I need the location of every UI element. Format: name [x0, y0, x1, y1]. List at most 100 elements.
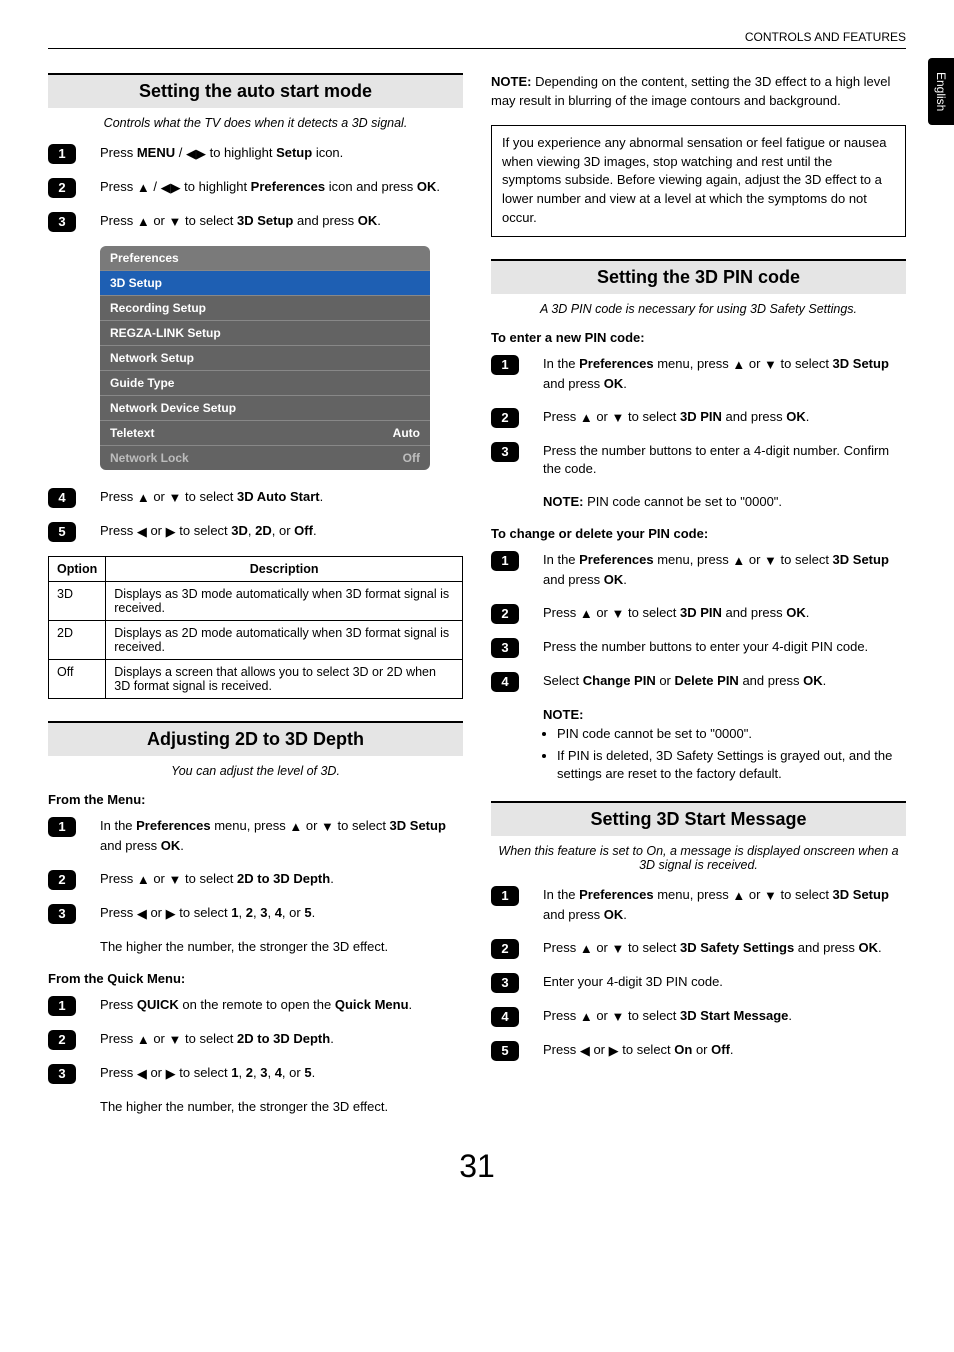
down-arrow-icon: ▼: [321, 818, 334, 837]
prefs-row-teletext: TeletextAuto: [100, 420, 430, 445]
right-arrow-icon: ▶: [609, 1042, 619, 1061]
prefs-row-guide: Guide Type: [100, 370, 430, 395]
down-arrow-icon: ▼: [764, 552, 777, 571]
step-badge: 1: [491, 886, 519, 906]
table-row: 2DDisplays as 2D mode automatically when…: [49, 621, 463, 660]
prefs-row-netdevice: Network Device Setup: [100, 395, 430, 420]
auto-start-step-1: 1 Press MENU / ◀▶ to highlight Setup ico…: [48, 144, 463, 164]
enter-pin-step-1: 1 In the Preferences menu, press ▲ or ▼ …: [491, 355, 906, 394]
step-badge: 2: [48, 1030, 76, 1050]
sec-startmsg-heading: Setting 3D Start Message: [491, 801, 906, 836]
step-badge: 2: [491, 939, 519, 959]
left-arrow-icon: ◀: [137, 905, 147, 924]
auto-start-step-4: 4 Press ▲ or ▼ to select 3D Auto Start.: [48, 488, 463, 508]
step-badge: 3: [491, 638, 519, 658]
up-arrow-icon: ▲: [732, 552, 745, 571]
step-badge: 4: [491, 672, 519, 692]
step-badge: 2: [491, 408, 519, 428]
up-arrow-icon: ▲: [137, 179, 150, 198]
startmsg-step-4: 4 Press ▲ or ▼ to select 3D Start Messag…: [491, 1007, 906, 1027]
left-arrow-icon: ◀: [161, 179, 171, 198]
top-note: NOTE: Depending on the content, setting …: [491, 73, 906, 111]
sec-depth-intro: You can adjust the level of 3D.: [48, 764, 463, 778]
depth-menu-step-2: 2 Press ▲ or ▼ to select 2D to 3D Depth.: [48, 870, 463, 890]
up-arrow-icon: ▲: [732, 356, 745, 375]
step-badge: 4: [48, 488, 76, 508]
startmsg-step-2: 2 Press ▲ or ▼ to select 3D Safety Setti…: [491, 939, 906, 959]
startmsg-step-3: 3 Enter your 4-digit 3D PIN code.: [491, 973, 906, 993]
step-badge: 3: [491, 442, 519, 462]
prefs-row-netlock: Network LockOff: [100, 445, 430, 470]
sec-auto-start-intro: Controls what the TV does when it detect…: [48, 116, 463, 130]
step-badge: 1: [48, 996, 76, 1016]
step-badge: 1: [48, 144, 76, 164]
startmsg-step-1: 1 In the Preferences menu, press ▲ or ▼ …: [491, 886, 906, 925]
header-title: CONTROLS AND FEATURES: [48, 30, 906, 44]
change-pin-step-2: 2 Press ▲ or ▼ to select 3D PIN and pres…: [491, 604, 906, 624]
step-badge: 2: [491, 604, 519, 624]
sub-from-quick: From the Quick Menu:: [48, 971, 463, 986]
depth-menu-note: The higher the number, the stronger the …: [100, 938, 463, 957]
down-arrow-icon: ▼: [612, 605, 625, 624]
down-arrow-icon: ▼: [169, 871, 182, 890]
right-arrow-icon: ▶: [166, 1065, 176, 1084]
down-arrow-icon: ▼: [612, 409, 625, 428]
step-badge: 1: [48, 817, 76, 837]
depth-quick-step-3: 3 Press ◀ or ▶ to select 1, 2, 3, 4, or …: [48, 1064, 463, 1084]
step-badge: 5: [48, 522, 76, 542]
right-arrow-icon: ▶: [196, 145, 206, 164]
left-column: Setting the auto start mode Controls wha…: [48, 73, 463, 1130]
down-arrow-icon: ▼: [612, 1008, 625, 1027]
change-pin-step-3: 3 Press the number buttons to enter your…: [491, 638, 906, 658]
change-pin-note: NOTE: PIN code cannot be set to "0000". …: [543, 706, 906, 783]
step-badge: 3: [491, 973, 519, 993]
prefs-row-3d-setup: 3D Setup: [100, 270, 430, 295]
change-pin-step-4: 4 Select Change PIN or Delete PIN and pr…: [491, 672, 906, 692]
up-arrow-icon: ▲: [580, 409, 593, 428]
page-number: 31: [48, 1148, 906, 1185]
sub-change-pin: To change or delete your PIN code:: [491, 526, 906, 541]
startmsg-step-5: 5 Press ◀ or ▶ to select On or Off.: [491, 1041, 906, 1061]
step-badge: 2: [48, 870, 76, 890]
prefs-title: Preferences: [100, 246, 430, 270]
down-arrow-icon: ▼: [169, 1031, 182, 1050]
auto-start-step-3: 3 Press ▲ or ▼ to select 3D Setup and pr…: [48, 212, 463, 232]
prefs-row-recording: Recording Setup: [100, 295, 430, 320]
change-pin-step-1: 1 In the Preferences menu, press ▲ or ▼ …: [491, 551, 906, 590]
depth-menu-step-1: 1 In the Preferences menu, press ▲ or ▼ …: [48, 817, 463, 856]
right-column: NOTE: Depending on the content, setting …: [491, 73, 906, 1130]
right-arrow-icon: ▶: [166, 905, 176, 924]
down-arrow-icon: ▼: [764, 356, 777, 375]
depth-quick-step-2: 2 Press ▲ or ▼ to select 2D to 3D Depth.: [48, 1030, 463, 1050]
enter-pin-step-3: 3 Press the number buttons to enter a 4-…: [491, 442, 906, 480]
up-arrow-icon: ▲: [580, 605, 593, 624]
up-arrow-icon: ▲: [580, 940, 593, 959]
language-tab: English: [928, 58, 954, 125]
enter-pin-note: NOTE: PIN code cannot be set to "0000".: [543, 493, 906, 512]
step-badge: 3: [48, 904, 76, 924]
down-arrow-icon: ▼: [169, 489, 182, 508]
sec-pin-heading: Setting the 3D PIN code: [491, 259, 906, 294]
step-badge: 2: [48, 178, 76, 198]
down-arrow-icon: ▼: [612, 940, 625, 959]
header-rule: [48, 48, 906, 49]
prefs-row-regza: REGZA-LINK Setup: [100, 320, 430, 345]
sec-depth-heading: Adjusting 2D to 3D Depth: [48, 721, 463, 756]
option-table: OptionDescription 3DDisplays as 3D mode …: [48, 556, 463, 699]
th-option: Option: [49, 557, 106, 582]
up-arrow-icon: ▲: [137, 213, 150, 232]
preferences-menu: Preferences 3D Setup Recording Setup REG…: [100, 246, 430, 470]
table-row: OffDisplays a screen that allows you to …: [49, 660, 463, 699]
auto-start-step-2: 2 Press ▲ / ◀▶ to highlight Preferences …: [48, 178, 463, 198]
left-arrow-icon: ◀: [580, 1042, 590, 1061]
down-arrow-icon: ▼: [764, 887, 777, 906]
sec-pin-intro: A 3D PIN code is necessary for using 3D …: [491, 302, 906, 316]
step-badge: 4: [491, 1007, 519, 1027]
depth-quick-note: The higher the number, the stronger the …: [100, 1098, 463, 1117]
down-arrow-icon: ▼: [169, 213, 182, 232]
th-desc: Description: [106, 557, 463, 582]
up-arrow-icon: ▲: [137, 489, 150, 508]
depth-menu-step-3: 3 Press ◀ or ▶ to select 1, 2, 3, 4, or …: [48, 904, 463, 924]
step-badge: 3: [48, 1064, 76, 1084]
up-arrow-icon: ▲: [580, 1008, 593, 1027]
